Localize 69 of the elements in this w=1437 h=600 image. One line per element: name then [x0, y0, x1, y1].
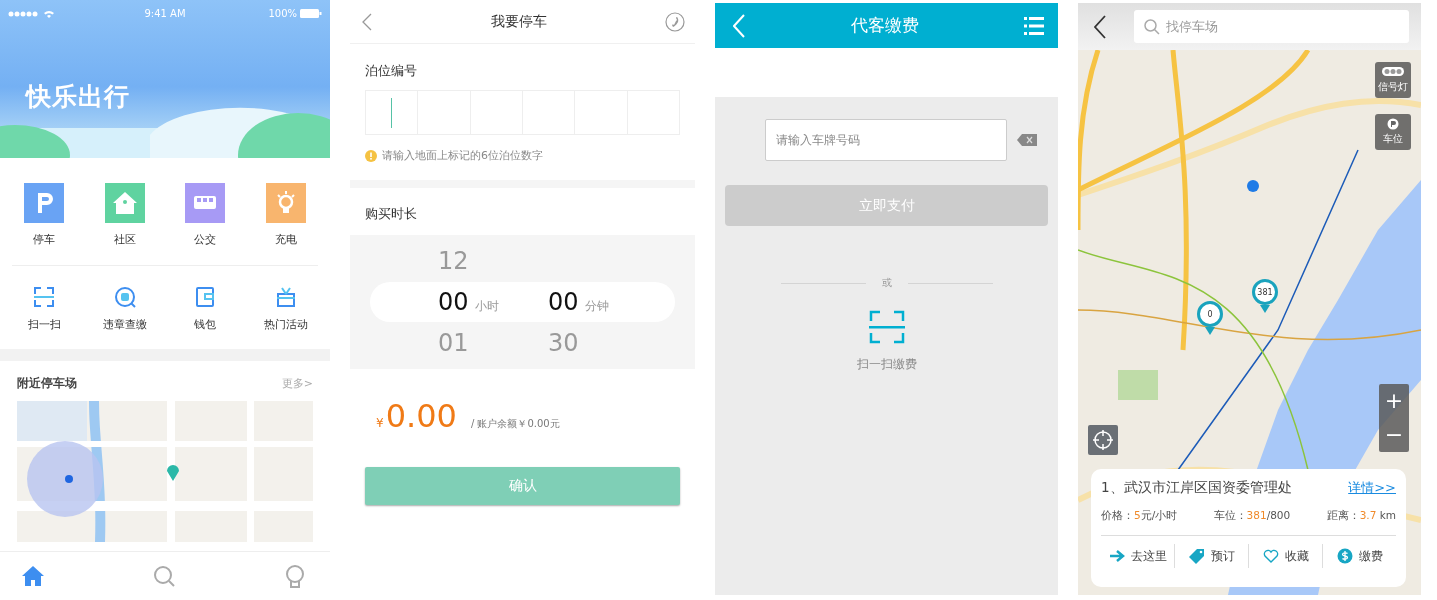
- parking-lot-name: 1、武汉市江岸区国资委管理处: [1101, 479, 1292, 497]
- reserve-icon: [1188, 548, 1205, 564]
- parking-icon[interactable]: [24, 183, 65, 223]
- plate-number-field[interactable]: 请输入车牌号码: [765, 119, 1007, 161]
- picker-unit: 小时: [474, 298, 499, 315]
- shortcut-label: 扫一扫: [27, 317, 61, 332]
- berth-number-field[interactable]: [365, 90, 680, 135]
- service-label: 社区: [113, 232, 136, 247]
- battery-percent: 100%: [268, 8, 297, 19]
- hint-text: 请输入地面上标记的6位泊位数字: [382, 148, 543, 163]
- balance-text: / 账户余额￥0.00元: [470, 417, 560, 431]
- section-title: 附近停车场: [17, 375, 77, 392]
- lot-stat: 价格：5元/小时: [1101, 509, 1178, 523]
- action-button[interactable]: 去这里: [1101, 544, 1174, 568]
- zoom-out-button[interactable]: −: [1379, 418, 1409, 452]
- zoom-in-button[interactable]: +: [1379, 384, 1409, 418]
- banner-title: 快乐出行: [26, 81, 130, 113]
- bus-icon[interactable]: [185, 183, 226, 223]
- action-button[interactable]: 收藏: [1248, 544, 1322, 568]
- menu-icon[interactable]: [1024, 16, 1044, 35]
- community-icon[interactable]: [104, 183, 145, 223]
- field-label: 购买时长: [364, 205, 418, 223]
- traffic-layer-icon: [1381, 66, 1405, 78]
- screen-title: 我要停车: [490, 12, 547, 31]
- home-tab-icon[interactable]: [20, 563, 46, 589]
- picker-value[interactable]: 00: [548, 288, 579, 316]
- charging-icon[interactable]: [265, 183, 306, 223]
- screen-title: 代客缴费: [850, 14, 919, 37]
- search-icon: [1144, 19, 1160, 35]
- currency-sign: ¥: [376, 416, 384, 430]
- service-label: 停车: [33, 232, 56, 247]
- picker-option: 12: [438, 247, 469, 275]
- back-icon[interactable]: [1094, 14, 1106, 39]
- lot-stat: 车位：381/800: [1213, 509, 1291, 523]
- favorite-icon: [1262, 548, 1279, 564]
- search-field[interactable]: 找停车场: [1134, 10, 1409, 43]
- search-tab-icon[interactable]: [151, 563, 177, 589]
- delete-key-icon[interactable]: [1017, 134, 1037, 146]
- action-button[interactable]: 缴费: [1322, 544, 1396, 568]
- battery-icon: [300, 9, 322, 18]
- scan-icon[interactable]: [868, 310, 905, 344]
- shortcut-label: 钱包: [194, 317, 217, 332]
- amount-value: 0.00: [385, 397, 457, 435]
- text-caret: [390, 97, 393, 128]
- scan-icon[interactable]: [32, 285, 57, 309]
- divider-text: 或: [881, 276, 892, 290]
- phone-icon[interactable]: [665, 11, 685, 32]
- map-layer-button[interactable]: 信号灯: [1375, 62, 1411, 98]
- field-label: 泊位编号: [364, 62, 418, 80]
- locate-icon[interactable]: [1088, 425, 1118, 455]
- map-layer-button[interactable]: 车位: [1375, 114, 1411, 150]
- picker-option: 30: [548, 329, 579, 357]
- service-label: 公交: [194, 232, 217, 247]
- picker-value[interactable]: 00: [438, 288, 469, 316]
- picker-option: 01: [438, 329, 469, 357]
- shortcut-label: 热门活动: [263, 317, 308, 332]
- navigate-icon: [1108, 548, 1125, 564]
- time-picker[interactable]: 12 00 小时 00 分钟 01 30: [350, 235, 695, 369]
- shortcut-label: 违章查缴: [102, 317, 147, 332]
- violation-icon[interactable]: [112, 285, 137, 309]
- picker-unit: 分钟: [584, 298, 609, 315]
- status-time: 9:41 AM: [144, 8, 186, 19]
- warning-icon: [365, 149, 377, 162]
- action-button[interactable]: 预订: [1174, 544, 1248, 568]
- pay-icon: [1336, 548, 1353, 564]
- details-link[interactable]: 详情>>: [1348, 479, 1396, 497]
- service-label: 充电: [274, 232, 297, 247]
- signal-icon: [8, 8, 56, 19]
- lot-stat: 距离：3.7 km: [1326, 509, 1396, 523]
